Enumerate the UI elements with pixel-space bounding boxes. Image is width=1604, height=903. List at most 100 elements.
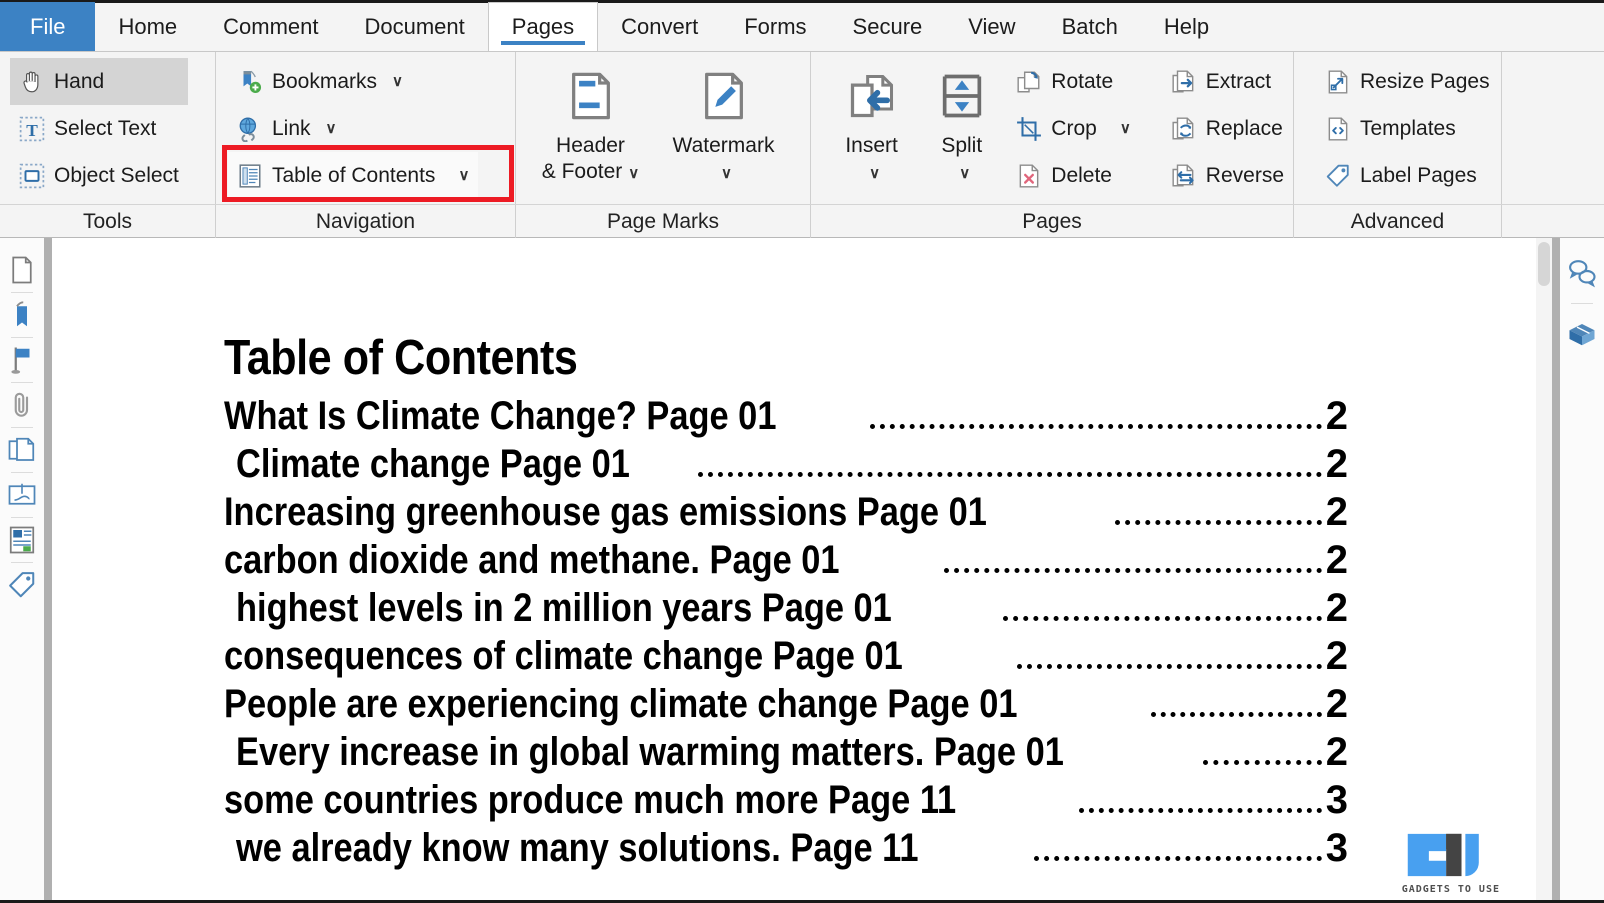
toc-entry[interactable]: carbon dioxide and methane. Page 01 2: [224, 536, 1348, 584]
document-page[interactable]: Table of Contents What Is Climate Change…: [52, 238, 1536, 903]
pages-insert[interactable]: Insert: [821, 58, 922, 204]
rail-divider: [11, 472, 33, 473]
nav-bookmarks-label: Bookmarks: [272, 69, 378, 93]
flag-icon[interactable]: [7, 345, 37, 375]
table-of-contents-icon: [237, 163, 263, 189]
toc-entry-page-number: 2: [1325, 394, 1348, 438]
tool-object-select-label: Object Select: [54, 163, 179, 187]
nav-bookmarks[interactable]: Bookmarks: [228, 58, 478, 105]
rail-divider: [11, 337, 33, 338]
pages-rotate[interactable]: Rotate: [1007, 58, 1140, 105]
object-select-icon: [19, 163, 45, 189]
tab-document[interactable]: Document: [342, 2, 488, 51]
pages-replace[interactable]: Replace: [1162, 105, 1293, 152]
chevron-down-icon[interactable]: [721, 165, 732, 182]
advanced-resize-pages[interactable]: Resize Pages: [1316, 58, 1499, 105]
advanced-templates[interactable]: Templates: [1316, 105, 1499, 152]
toc-entry[interactable]: People are experiencing climate change P…: [224, 680, 1348, 728]
tab-pages[interactable]: Pages: [487, 2, 599, 51]
watermark-text: GADGETS TO USE: [1401, 884, 1500, 895]
ribbon-group-navigation: Bookmarks Link: [215, 52, 515, 204]
pdf-editor-window: File Home Comment Document Pages Convert Forms…: [0, 0, 1604, 903]
chevron-down-icon[interactable]: [959, 165, 970, 182]
nav-table-of-contents[interactable]: Table of Contents: [228, 152, 479, 199]
templates-label: Templates: [1360, 116, 1456, 140]
page-marks-header-footer[interactable]: Header & Footer: [524, 58, 657, 204]
tab-view[interactable]: View: [945, 2, 1038, 51]
page-thumbnail-icon[interactable]: [7, 255, 37, 285]
group-label-pages: Pages: [810, 205, 1293, 238]
chevron-down-icon[interactable]: [458, 168, 469, 183]
tab-secure[interactable]: Secure: [830, 2, 946, 51]
ribbon-group-labels: Tools Navigation Page Marks Pages Advanc…: [0, 204, 1604, 238]
toc-entry[interactable]: some countries produce much more Page 11…: [224, 776, 1348, 824]
toc-entry-page-number: 2: [1325, 442, 1348, 486]
label-pages-icon: [1325, 163, 1351, 189]
pages-reverse[interactable]: Reverse: [1162, 152, 1293, 199]
replace-label: Replace: [1205, 116, 1283, 140]
pages-extract[interactable]: Extract: [1162, 58, 1293, 105]
toc-entry[interactable]: Every increase in global warming matters…: [224, 728, 1348, 776]
toc-entry-text: some countries produce much more Page 11: [224, 778, 957, 822]
bookmark-icon[interactable]: [7, 300, 37, 330]
library-icon[interactable]: [1567, 319, 1597, 349]
tab-forms[interactable]: Forms: [721, 2, 829, 51]
toc-leader-dots: [1150, 712, 1322, 717]
toc-entry[interactable]: consequences of climate change Page 01 2: [224, 632, 1348, 680]
tab-convert[interactable]: Convert: [598, 2, 721, 51]
reverse-label: Reverse: [1205, 163, 1284, 187]
attachment-icon[interactable]: [7, 390, 37, 420]
tab-batch[interactable]: Batch: [1039, 2, 1141, 51]
text-fields-icon[interactable]: [7, 525, 37, 555]
tab-comment[interactable]: Comment: [200, 2, 341, 51]
scrollbar-thumb[interactable]: [1538, 242, 1550, 286]
comments-icon[interactable]: [1567, 258, 1597, 288]
pages-crop[interactable]: Crop: [1007, 105, 1140, 152]
toc-entry[interactable]: What Is Climate Change? Page 01 2: [224, 392, 1348, 440]
group-label-advanced: Advanced: [1293, 205, 1501, 238]
chevron-down-icon[interactable]: [392, 74, 403, 89]
nav-table-of-contents-label: Table of Contents: [272, 163, 436, 187]
chevron-down-icon[interactable]: [628, 165, 639, 182]
tool-select-text-label: Select Text: [54, 116, 157, 140]
toc-entry[interactable]: Climate change Page 01 2: [224, 440, 1348, 488]
toc-entry-page-number: 2: [1325, 490, 1348, 534]
toc-entry-text: What Is Climate Change? Page 01: [224, 394, 777, 438]
nav-link[interactable]: Link: [228, 105, 478, 152]
ribbon-tab-bar: File Home Comment Document Pages Convert Forms…: [0, 0, 1604, 52]
rail-divider: [11, 427, 33, 428]
tag-icon[interactable]: [7, 570, 37, 600]
rail-divider: [11, 292, 33, 293]
toc-entry[interactable]: Increasing greenhouse gas emissions Page…: [224, 488, 1348, 536]
link-icon: [237, 116, 263, 142]
toc-entry[interactable]: we already know many solutions. Page 11 3: [224, 824, 1348, 872]
pages-panel-icon[interactable]: [7, 435, 37, 465]
vertical-scrollbar[interactable]: [1536, 238, 1552, 903]
tool-object-select[interactable]: Object Select: [10, 152, 188, 199]
chevron-down-icon[interactable]: [326, 121, 337, 136]
rotate-label: Rotate: [1051, 69, 1114, 93]
tab-home[interactable]: Home: [95, 2, 200, 51]
toc-entry-text: we already know many solutions. Page 11: [236, 826, 919, 870]
watermark-icon: [698, 70, 750, 122]
left-sidebar: [0, 238, 44, 903]
toc-entry-page-number: 3: [1325, 826, 1348, 870]
page-marks-watermark[interactable]: Watermark: [657, 58, 790, 204]
table-of-contents-content: Table of Contents What Is Climate Change…: [224, 330, 1348, 872]
toc-entry-page-number: 2: [1325, 586, 1348, 630]
header-footer-label-line2: & Footer: [541, 160, 623, 184]
chevron-down-icon[interactable]: [1120, 121, 1131, 136]
tool-hand[interactable]: Hand: [10, 58, 188, 105]
advanced-label-pages[interactable]: Label Pages: [1316, 152, 1499, 199]
tab-help[interactable]: Help: [1141, 2, 1232, 51]
tool-select-text[interactable]: T Select Text: [10, 105, 188, 152]
pages-delete[interactable]: Delete: [1007, 152, 1140, 199]
delete-page-icon: [1016, 163, 1042, 189]
toc-entry-page-number: 2: [1325, 682, 1348, 726]
chevron-down-icon[interactable]: [869, 165, 880, 182]
toc-entry[interactable]: highest levels in 2 million years Page 0…: [224, 584, 1348, 632]
tab-file[interactable]: File: [0, 2, 96, 51]
rotate-icon: [1016, 69, 1042, 95]
pages-split[interactable]: Split: [922, 58, 1001, 204]
signature-icon[interactable]: [7, 480, 37, 510]
